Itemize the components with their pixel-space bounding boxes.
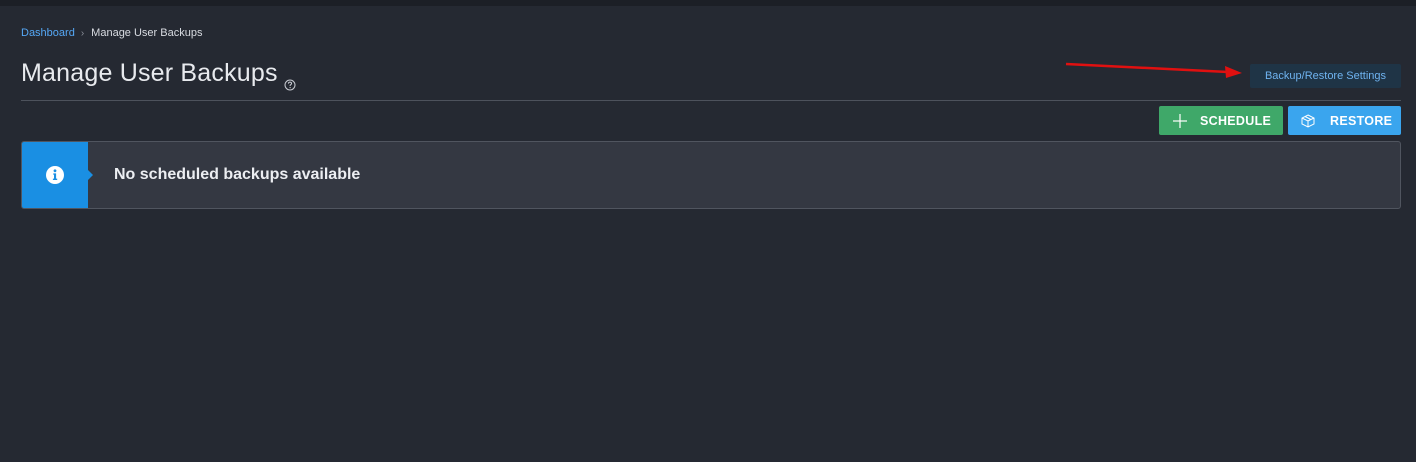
title-divider xyxy=(21,100,1401,101)
plus-icon xyxy=(1172,113,1188,129)
schedule-button[interactable]: SCHEDULE xyxy=(1159,106,1283,135)
annotation-arrow xyxy=(1065,62,1242,78)
breadcrumb-current: Manage User Backups xyxy=(91,27,203,39)
info-icon xyxy=(45,165,65,185)
chevron-right-icon: › xyxy=(80,27,85,39)
app-frame: Dashboard › Manage User Backups Manage U… xyxy=(0,6,1416,462)
alert-message: No scheduled backups available xyxy=(114,166,361,183)
page-title-row: Manage User Backups xyxy=(21,59,296,90)
restore-button-label: RESTORE xyxy=(1330,113,1393,128)
no-backups-alert: No scheduled backups available xyxy=(21,141,1401,209)
backup-restore-settings-button[interactable]: Backup/Restore Settings xyxy=(1250,64,1401,88)
help-circle-icon[interactable] xyxy=(284,69,296,90)
breadcrumb-dashboard-link[interactable]: Dashboard xyxy=(21,27,75,39)
restore-button[interactable]: RESTORE xyxy=(1288,106,1401,135)
breadcrumb: Dashboard › Manage User Backups xyxy=(21,27,202,39)
alert-icon-panel xyxy=(22,142,93,208)
box-icon xyxy=(1300,113,1316,129)
page-title: Manage User Backups xyxy=(21,59,278,87)
schedule-button-label: SCHEDULE xyxy=(1200,113,1272,128)
